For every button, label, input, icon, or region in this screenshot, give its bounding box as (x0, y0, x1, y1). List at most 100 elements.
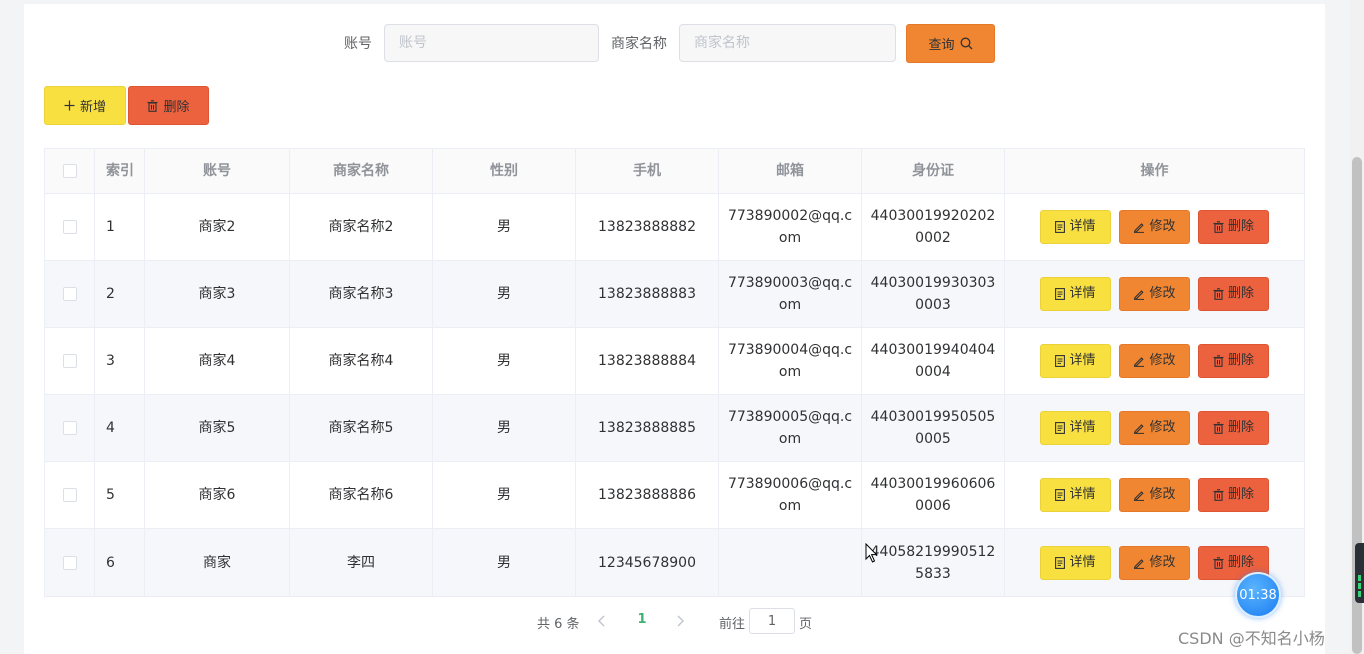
edit-button[interactable]: 修改 (1119, 478, 1190, 512)
search-icon (960, 37, 972, 50)
edit-button-label: 修改 (1149, 286, 1176, 301)
cell-actions: 详情 修改 删除 (1005, 462, 1304, 528)
edit-button[interactable]: 修改 (1119, 277, 1190, 311)
row-checkbox[interactable] (62, 488, 77, 502)
edit-button[interactable]: 修改 (1119, 344, 1190, 378)
cell-index: 4 (95, 395, 145, 461)
delete-button-label: 删除 (1227, 487, 1254, 502)
table-row: 5 商家6 商家名称6 男 13823888886 773890006@qq.c… (45, 462, 1304, 529)
pencil-icon (1134, 290, 1145, 300)
row-checkbox[interactable] (62, 220, 77, 234)
cell-email: 773890003@qq.com (719, 261, 862, 327)
cell-actions: 详情 修改 删除 (1005, 194, 1304, 260)
detail-button[interactable]: 详情 (1040, 545, 1111, 580)
pencil-icon (1134, 223, 1145, 233)
add-button[interactable]: 新增 (44, 86, 126, 125)
edit-button[interactable]: 修改 (1119, 210, 1190, 244)
csdn-watermark: CSDN @不知名小杨 (1178, 629, 1325, 648)
detail-button-label: 详情 (1069, 554, 1096, 570)
row-select-cell (45, 529, 95, 596)
row-checkbox[interactable] (62, 354, 77, 368)
cell-id-card: 440300199606060006 (862, 462, 1005, 528)
detail-button-label: 详情 (1069, 420, 1096, 435)
header-merchant-name: 商家名称 (290, 149, 433, 193)
cell-merchant-name: 商家名称3 (290, 261, 433, 327)
chevron-left-icon[interactable] (594, 613, 610, 629)
edit-button[interactable]: 修改 (1119, 545, 1190, 580)
document-icon (1055, 489, 1066, 501)
row-checkbox[interactable] (62, 421, 77, 435)
cell-id-card: 440300199303030003 (862, 261, 1005, 327)
detail-button[interactable]: 详情 (1040, 344, 1111, 378)
delete-button-label: 删除 (1227, 219, 1254, 234)
trash-icon (1213, 288, 1224, 300)
delete-button-label: 删除 (1227, 554, 1254, 570)
cell-index: 3 (95, 328, 145, 394)
header-id-card: 身份证 (862, 149, 1005, 193)
trash-icon (1213, 556, 1224, 569)
detail-button[interactable]: 详情 (1040, 277, 1111, 311)
plus-icon (64, 100, 75, 111)
detail-button[interactable]: 详情 (1040, 478, 1111, 512)
delete-button[interactable]: 删除 (1198, 344, 1269, 378)
pagination-goto-input[interactable] (749, 608, 795, 634)
account-input[interactable] (384, 24, 599, 62)
pagination-page-current[interactable]: 1 (632, 612, 652, 627)
delete-button-label: 删除 (1227, 420, 1254, 435)
edit-button-label: 修改 (1149, 353, 1176, 368)
delete-button-label: 删除 (1227, 353, 1254, 368)
detail-button-label: 详情 (1069, 353, 1096, 368)
cell-gender: 男 (433, 328, 576, 394)
table-row: 2 商家3 商家名称3 男 13823888883 773890003@qq.c… (45, 261, 1304, 328)
table-row: 4 商家5 商家名称5 男 13823888885 773890005@qq.c… (45, 395, 1304, 462)
cell-account: 商家2 (145, 194, 290, 260)
cell-phone: 13823888882 (576, 194, 719, 260)
cell-merchant-name: 商家名称6 (290, 462, 433, 528)
document-icon (1055, 422, 1066, 434)
cell-account: 商家4 (145, 328, 290, 394)
cell-phone: 13823888886 (576, 462, 719, 528)
select-all-checkbox[interactable] (62, 164, 77, 178)
table-header-row: 索引 账号 商家名称 性别 手机 邮箱 身份证 操作 (45, 149, 1304, 194)
table-row: 1 商家2 商家名称2 男 13823888882 773890002@qq.c… (45, 194, 1304, 261)
cell-id-card: 440300199202020002 (862, 194, 1005, 260)
merchant-name-input[interactable] (679, 24, 896, 62)
cell-index: 5 (95, 462, 145, 528)
batch-delete-button[interactable]: 删除 (128, 86, 209, 125)
edit-button-label: 修改 (1149, 420, 1176, 435)
delete-button[interactable]: 删除 (1198, 277, 1269, 311)
delete-button[interactable]: 删除 (1198, 210, 1269, 244)
table-row: 6 商家 李四 男 12345678900 440582199905125833… (45, 529, 1304, 596)
row-checkbox[interactable] (62, 555, 77, 570)
detail-button[interactable]: 详情 (1040, 210, 1111, 244)
edit-button[interactable]: 修改 (1119, 411, 1190, 445)
trash-icon (1213, 489, 1224, 501)
cell-actions: 详情 修改 删除 (1005, 395, 1304, 461)
document-icon (1055, 288, 1066, 300)
cell-gender: 男 (433, 261, 576, 327)
header-actions: 操作 (1140, 163, 1169, 179)
delete-button[interactable]: 删除 (1198, 478, 1269, 512)
row-select-cell (45, 395, 95, 461)
header-select-all-cell (45, 149, 95, 193)
pagination: 共 6 条 1 前往 页 (0, 608, 1364, 634)
side-tool-widget[interactable] (1355, 543, 1364, 603)
query-button[interactable]: 查询 (906, 24, 995, 63)
chevron-right-icon[interactable] (672, 613, 688, 629)
detail-button[interactable]: 详情 (1040, 411, 1111, 445)
recording-timer-badge[interactable]: 01:38 (1235, 572, 1281, 618)
detail-button-label: 详情 (1069, 219, 1096, 234)
table-row: 3 商家4 商家名称4 男 13823888884 773890004@qq.c… (45, 328, 1304, 395)
row-checkbox[interactable] (62, 287, 77, 301)
document-icon (1055, 221, 1066, 233)
row-select-cell (45, 194, 95, 260)
merchant-table: 索引 账号 商家名称 性别 手机 邮箱 身份证 操作 1 商家2 商家名称2 男… (44, 148, 1305, 597)
trash-icon (147, 99, 158, 112)
cell-index: 1 (95, 194, 145, 260)
header-index: 索引 (95, 149, 145, 193)
detail-button-label: 详情 (1069, 286, 1096, 301)
cell-index: 2 (95, 261, 145, 327)
cell-id-card: 440582199905125833 (862, 529, 1005, 596)
cell-merchant-name: 李四 (290, 529, 433, 596)
delete-button[interactable]: 删除 (1198, 411, 1269, 445)
